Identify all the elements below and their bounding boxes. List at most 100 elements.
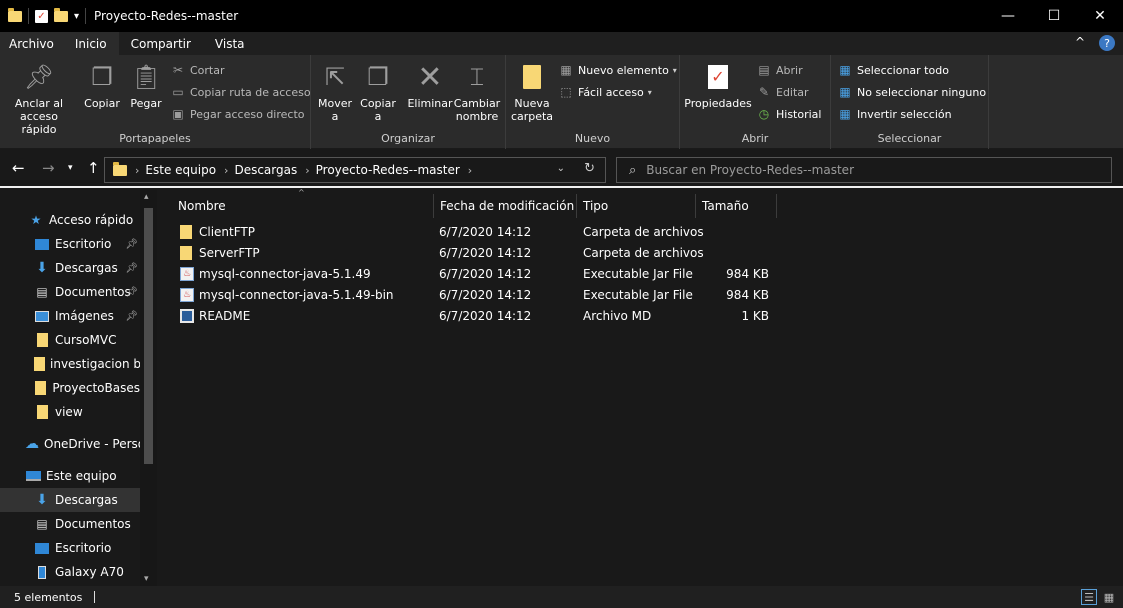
history-button[interactable]: ◷ Historial: [756, 106, 822, 122]
collapse-ribbon-icon[interactable]: ^: [1075, 35, 1085, 51]
file-row[interactable]: ClientFTP 6/7/2020 14:12 Carpeta de arch…: [172, 222, 772, 243]
folder-icon: [34, 404, 50, 420]
pin-icon[interactable]: 📌︎: [125, 311, 138, 322]
tab-compartir[interactable]: Compartir: [119, 32, 203, 55]
select-all-button[interactable]: ▦ Seleccionar todo: [837, 62, 949, 78]
recent-locations-chevron-icon[interactable]: ▾: [68, 163, 73, 173]
rename-button[interactable]: ⌶ Cambiar nombre: [453, 59, 501, 124]
sidebar-item-proyectobases[interactable]: ProyectoBases: [0, 376, 140, 400]
sidebar-item-pc-descargas[interactable]: ⬇ Descargas: [0, 488, 140, 512]
delete-button[interactable]: ✕ Eliminar: [407, 59, 453, 110]
file-row[interactable]: ServerFTP 6/7/2020 14:12 Carpeta de arch…: [172, 243, 772, 264]
sidebar-item-escritorio[interactable]: Escritorio 📌︎: [0, 232, 140, 256]
status-bar: 5 elementos ☰ ▦: [0, 586, 1123, 608]
help-icon[interactable]: ?: [1099, 35, 1115, 51]
sidebar-item-view[interactable]: view: [0, 400, 140, 424]
details-view-icon[interactable]: ☰: [1081, 589, 1097, 605]
properties-label: Propiedades: [684, 97, 752, 110]
file-name: ClientFTP: [199, 225, 255, 239]
tab-archivo[interactable]: Archivo: [0, 32, 63, 55]
properties-button[interactable]: ✓ Propiedades: [684, 59, 752, 110]
pin-icon[interactable]: 📌︎: [125, 287, 138, 298]
invert-selection-label: Invertir selección: [857, 107, 952, 121]
pin-quick-access-button[interactable]: 📌︎ Anclar al acceso rápido: [4, 59, 74, 137]
new-item-icon: ▦: [560, 63, 572, 77]
sidebar-item-pc-documentos[interactable]: ▤ Documentos: [0, 512, 140, 536]
invert-selection-button[interactable]: ▦ Invertir selección: [837, 106, 952, 122]
sidebar-label: view: [55, 405, 83, 419]
paste-button[interactable]: 📋︎ Pegar: [128, 59, 164, 111]
forward-arrow-icon[interactable]: →: [42, 159, 55, 177]
pin-icon[interactable]: 📌︎: [125, 263, 138, 274]
scroll-up-icon[interactable]: ▴: [144, 192, 149, 202]
file-row[interactable]: ♨ mysql-connector-java-5.1.49 6/7/2020 1…: [172, 264, 772, 285]
file-date: 6/7/2020 14:12: [439, 309, 532, 323]
document-icon: ▤: [36, 517, 48, 531]
scrollbar-thumb[interactable]: [144, 208, 153, 464]
sidebar-item-investigacion[interactable]: investigacion ba: [0, 352, 140, 376]
desktop-icon: [34, 236, 50, 252]
copy-button[interactable]: ❐ Copiar: [82, 59, 122, 111]
sidebar-scrollbar[interactable]: ▴ ▾: [140, 190, 157, 586]
easy-access-label: Fácil acceso: [578, 85, 644, 99]
breadcrumb-descargas[interactable]: Descargas: [234, 163, 297, 177]
edit-label: Editar: [776, 85, 809, 99]
easy-access-button[interactable]: ⬚ Fácil acceso ▾: [558, 84, 651, 100]
sidebar-label: Galaxy A70: [55, 565, 124, 579]
breadcrumb-este-equipo[interactable]: Este equipo: [145, 163, 216, 177]
refresh-icon[interactable]: ↻: [584, 161, 595, 176]
edit-icon: ✎: [758, 85, 770, 99]
move-to-icon: ⇱: [324, 62, 346, 91]
file-name: README: [199, 309, 251, 323]
maximize-button[interactable]: ☐: [1031, 0, 1077, 32]
close-button[interactable]: ✕: [1077, 0, 1123, 32]
sidebar-item-pc-escritorio[interactable]: Escritorio: [0, 536, 140, 560]
sidebar-item-imagenes[interactable]: Imágenes 📌︎: [0, 304, 140, 328]
scroll-down-icon[interactable]: ▾: [144, 574, 149, 584]
paste-shortcut-button[interactable]: ▣ Pegar acceso directo: [170, 106, 304, 122]
search-placeholder: Buscar en Proyecto-Redes--master: [646, 163, 855, 177]
file-row[interactable]: ♨ mysql-connector-java-5.1.49-bin 6/7/20…: [172, 285, 772, 306]
pin-icon[interactable]: 📌︎: [125, 239, 138, 250]
column-header-size[interactable]: Tamaño: [696, 194, 777, 218]
tab-inicio[interactable]: Inicio: [62, 32, 119, 55]
address-dropdown-icon[interactable]: ⌄: [557, 163, 565, 174]
large-icons-view-icon[interactable]: ▦: [1101, 589, 1117, 605]
select-none-button[interactable]: ▦ No seleccionar ninguno: [837, 84, 986, 100]
tab-vista[interactable]: Vista: [203, 32, 257, 55]
open-button[interactable]: ▤ Abrir: [756, 62, 802, 78]
copy-to-button[interactable]: ❐ Copiar a: [359, 59, 397, 124]
properties-check-icon[interactable]: ✓: [35, 9, 48, 23]
customize-toolbar-icon[interactable]: ▾: [74, 11, 79, 22]
copy-path-button[interactable]: ▭ Copiar ruta de acceso: [170, 84, 310, 100]
file-row[interactable]: README 6/7/2020 14:12 Archivo MD 1 KB: [172, 306, 772, 327]
sidebar-item-descargas[interactable]: ⬇ Descargas 📌︎: [0, 256, 140, 280]
breadcrumb-proyecto[interactable]: Proyecto-Redes--master: [316, 163, 460, 177]
paste-label: Pegar: [130, 97, 162, 110]
search-box[interactable]: ⌕ Buscar en Proyecto-Redes--master: [616, 157, 1112, 183]
sidebar-item-quick-access[interactable]: ★ Acceso rápido: [0, 208, 140, 232]
cut-button[interactable]: ✂ Cortar: [170, 62, 225, 78]
move-to-button[interactable]: ⇱ Mover a: [316, 59, 354, 124]
new-item-button[interactable]: ▦ Nuevo elemento ▾: [558, 62, 676, 78]
back-arrow-icon[interactable]: ←: [12, 159, 25, 177]
new-folder-button[interactable]: Nueva carpeta: [510, 59, 554, 123]
rename-icon: ⌶: [469, 62, 485, 91]
sidebar-item-cursomvc[interactable]: CursoMVC: [0, 328, 140, 352]
up-arrow-icon[interactable]: ↑: [87, 159, 100, 177]
edit-button[interactable]: ✎ Editar: [756, 84, 809, 100]
address-bar[interactable]: › Este equipo › Descargas › Proyecto-Red…: [104, 157, 606, 183]
sidebar-item-onedrive[interactable]: ☁ OneDrive - Person: [0, 432, 140, 456]
minimize-button[interactable]: —: [985, 0, 1031, 32]
sidebar-item-galaxy[interactable]: Galaxy A70: [0, 560, 140, 584]
file-type: Executable Jar File: [583, 267, 693, 281]
file-date: 6/7/2020 14:12: [439, 288, 532, 302]
column-header-date[interactable]: Fecha de modificación: [434, 194, 577, 218]
column-header-type[interactable]: Tipo: [577, 194, 696, 218]
column-header-name[interactable]: Nombre: [172, 194, 434, 218]
delete-x-icon: ✕: [417, 59, 443, 95]
sidebar-item-este-equipo[interactable]: Este equipo: [0, 464, 140, 488]
folder-icon: [34, 380, 47, 396]
new-folder-icon[interactable]: [54, 7, 68, 22]
sidebar-item-documentos[interactable]: ▤ Documentos 📌︎: [0, 280, 140, 304]
